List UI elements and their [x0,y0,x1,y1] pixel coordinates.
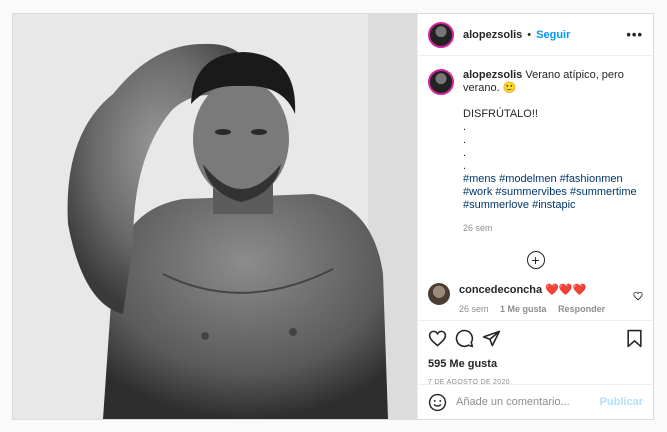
post-actions: 595 Me gusta 7 DE AGOSTO DE 2020 [418,320,653,386]
emoji-icon[interactable] [428,393,447,412]
commenter-username[interactable]: concedeconcha [459,284,542,296]
follow-button[interactable]: Seguir [536,29,570,41]
comment-input[interactable] [456,396,600,408]
hashtag[interactable]: #fashionmen [560,173,623,185]
author-avatar[interactable] [428,21,454,48]
hashtag[interactable]: #modelmen [499,173,556,185]
post-header: alopezsolis • Seguir ••• [418,14,653,56]
caption-dot: . [463,121,467,133]
comment-likes[interactable]: 1 Me gusta [500,304,547,314]
action-icons [428,329,643,348]
author-username[interactable]: alopezsolis [463,29,522,41]
comment-item: concedeconcha ❤️❤️❤️ 26 sem 1 Me gusta R… [418,269,653,314]
caption-dot: . [463,147,467,159]
caption-disfrutalo: DISFRÚTALO!! [463,108,538,120]
commenter-avatar[interactable] [428,283,450,305]
hashtag[interactable]: #work [463,186,492,198]
caption-username[interactable]: alopezsolis [463,69,522,81]
add-comment-bar: Publicar [418,384,653,419]
caption-dot: . [463,134,467,146]
post-image [13,14,417,419]
hashtag[interactable]: #mens [463,173,496,185]
load-more-comments-icon[interactable]: + [526,251,545,269]
more-options-icon[interactable]: ••• [626,27,643,42]
comment-time[interactable]: 26 sem [459,304,489,314]
caption-avatar[interactable] [428,69,454,95]
reply-button[interactable]: Responder [558,304,605,314]
like-icon[interactable] [428,329,447,348]
comment-text: ❤️❤️❤️ [545,284,587,296]
hashtag[interactable]: #instapic [532,199,575,211]
hashtags: #mens #modelmen #fashionmen #work #summe… [463,173,643,212]
post-photo[interactable] [13,14,417,419]
comment-meta: 26 sem 1 Me gusta Responder [459,304,614,314]
caption-text: alopezsolis Verano atípico, pero verano.… [463,69,643,235]
comment-body: concedeconcha ❤️❤️❤️ 26 sem 1 Me gusta R… [459,283,614,314]
post-sidebar: alopezsolis • Seguir ••• alopezsolis Ver… [417,14,653,419]
comment-icon[interactable] [455,329,474,348]
publish-button[interactable]: Publicar [600,396,643,408]
caption-dot: . [463,160,467,172]
post-card: alopezsolis • Seguir ••• alopezsolis Ver… [12,13,654,420]
hashtag[interactable]: #summertime [570,186,637,198]
caption-time[interactable]: 26 sem [463,222,643,235]
header-separator: • [527,28,532,41]
hashtag[interactable]: #summervibes [495,186,567,198]
likes-count[interactable]: 595 Me gusta [428,358,643,370]
save-icon[interactable] [626,329,643,348]
caption: alopezsolis Verano atípico, pero verano.… [418,56,653,235]
comment-like-icon[interactable] [633,291,643,303]
share-icon[interactable] [482,329,501,348]
hashtag[interactable]: #summerlove [463,199,529,211]
